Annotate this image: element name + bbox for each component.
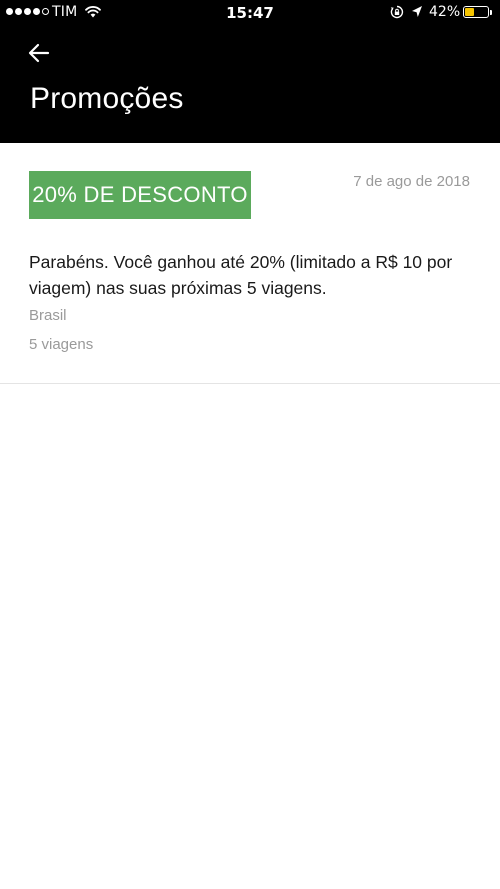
back-button[interactable]: [22, 38, 56, 68]
promotion-date: 7 de ago de 2018: [353, 173, 470, 190]
discount-badge: 20% DE DESCONTO: [29, 171, 251, 219]
arrow-left-icon: [28, 43, 50, 63]
battery-level-fill: [465, 8, 474, 16]
rotation-lock-icon: [390, 5, 404, 23]
promotion-description: Parabéns. Você ganhou até 20% (limitado …: [29, 252, 453, 298]
status-bar: TIM 15:47 42%: [0, 0, 500, 26]
status-time: 15:47: [226, 4, 274, 22]
promotions-screen: TIM 15:47 42% Promoções 20% DE DESCONTO …: [0, 0, 500, 889]
promotion-trips-count: 5 viagens: [29, 336, 94, 353]
battery-percentage: 42%: [429, 4, 461, 20]
promotion-region: Brasil: [29, 307, 67, 324]
location-arrow-icon: [411, 5, 423, 23]
page-title: Promoções: [30, 82, 184, 115]
battery-icon: [463, 6, 489, 18]
app-header: TIM 15:47 42% Promoções: [0, 0, 500, 143]
card-divider: [0, 383, 500, 384]
battery-cap: [490, 10, 492, 15]
promotion-card[interactable]: 20% DE DESCONTO 7 de ago de 2018 Parabén…: [0, 143, 500, 384]
